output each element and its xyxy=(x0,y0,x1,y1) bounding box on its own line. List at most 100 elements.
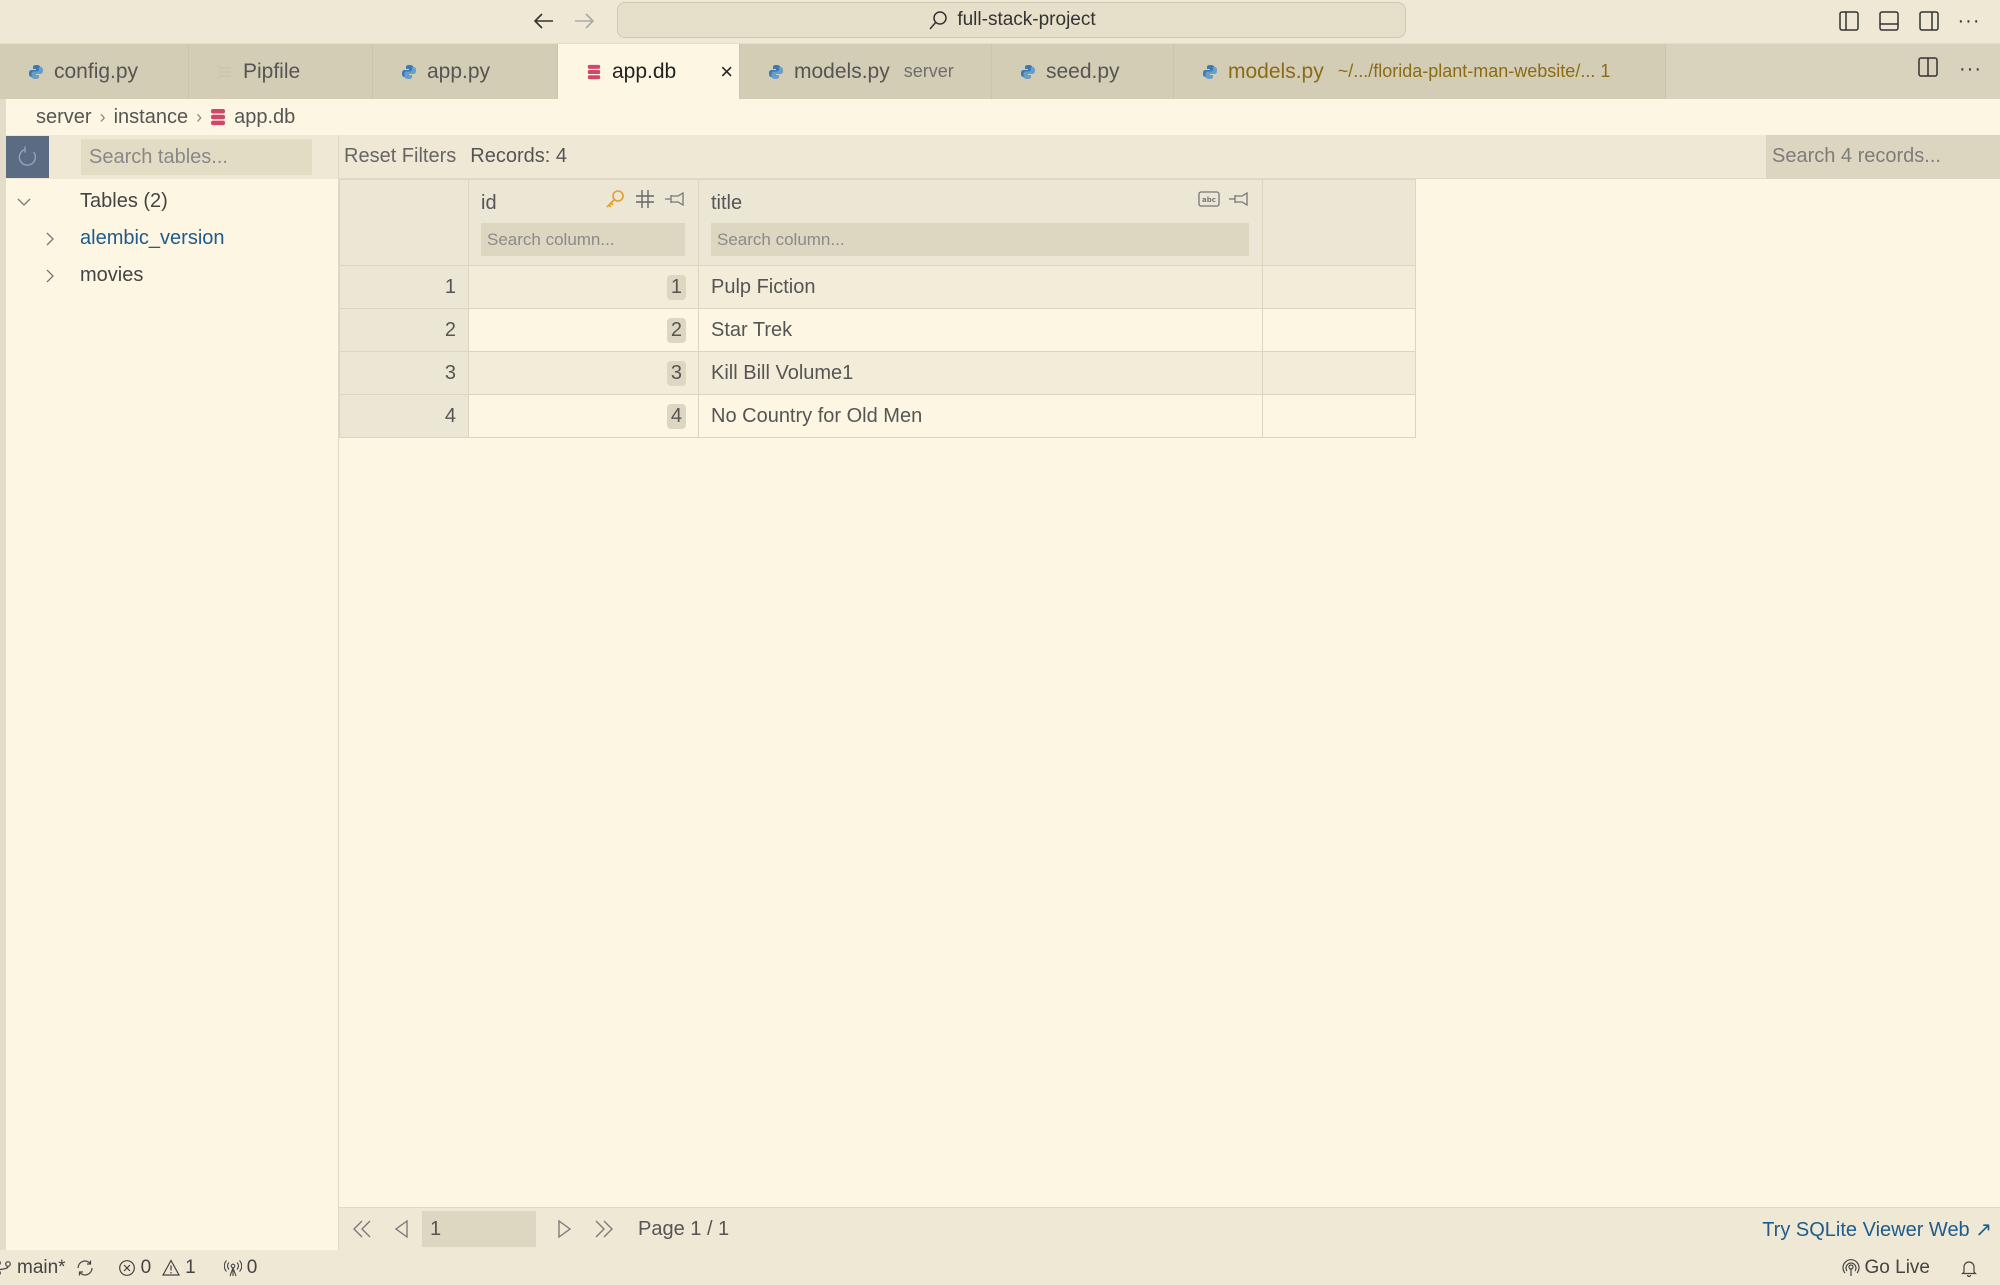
refresh-icon xyxy=(18,146,36,166)
python-icon xyxy=(29,64,43,79)
back-button[interactable] xyxy=(528,6,560,36)
pin-icon[interactable] xyxy=(1228,188,1250,210)
chevron-right-icon xyxy=(6,231,80,247)
breadcrumb-item[interactable]: app.db xyxy=(234,106,295,129)
breadcrumb-item[interactable]: instance xyxy=(114,106,189,129)
forward-button[interactable] xyxy=(568,6,600,36)
tab-label: config.py xyxy=(54,59,139,83)
column-name: id xyxy=(481,192,497,214)
sidebar-right-icon xyxy=(1919,11,1939,31)
column-header-id[interactable]: id xyxy=(468,179,699,266)
status-bar: main* 0 1 0 Go Live xyxy=(0,1250,2000,1285)
table-row[interactable]: 1 1 Pulp Fiction xyxy=(339,265,1416,309)
next-page-button[interactable] xyxy=(544,1209,584,1249)
breadcrumb-item[interactable]: server xyxy=(36,106,92,129)
tabbar-empty-area: ··· xyxy=(1666,44,2000,99)
tab-label: seed.py xyxy=(1046,59,1120,83)
split-editor-button[interactable] xyxy=(1917,56,1939,83)
table-item-movies[interactable]: movies xyxy=(6,257,338,294)
tables-sidebar: Tables (2) alembic_version movies xyxy=(6,135,339,1250)
more-actions-button[interactable]: ··· xyxy=(1956,6,1982,36)
records-count: Records: 4 xyxy=(470,145,567,167)
search-column-id-input[interactable] xyxy=(481,223,685,256)
table-row[interactable]: 2 2 Star Trek xyxy=(339,308,1416,352)
column-header-title[interactable]: title abc xyxy=(698,179,1263,266)
cell-id[interactable]: 3 xyxy=(468,351,699,395)
row-number: 4 xyxy=(339,394,469,438)
cell-title[interactable]: Kill Bill Volume1 xyxy=(698,351,1263,395)
command-center-text: full-stack-project xyxy=(957,9,1096,30)
data-viewer: Reset Filters Records: 4 id xyxy=(339,134,2000,1250)
cell-id[interactable]: 4 xyxy=(468,394,699,438)
tab-app-py[interactable]: app.py xyxy=(373,44,558,99)
page-indicator: Page 1 / 1 xyxy=(638,1217,730,1240)
cell-title[interactable]: Pulp Fiction xyxy=(698,265,1263,309)
page-number-input[interactable] xyxy=(422,1211,536,1247)
go-live-button[interactable]: Go Live xyxy=(1841,1256,1930,1279)
tables-tree: Tables (2) alembic_version movies xyxy=(6,179,338,294)
database-icon xyxy=(587,64,601,79)
table-name: movies xyxy=(80,264,144,286)
tab-seed-py[interactable]: seed.py xyxy=(992,44,1174,99)
id-value: 1 xyxy=(666,274,686,300)
close-tab-button[interactable]: × xyxy=(720,59,733,85)
error-circle-icon xyxy=(118,1259,135,1276)
chevron-right-icon: › xyxy=(99,106,106,127)
chevron-right-icon: › xyxy=(196,106,203,127)
cell-title[interactable]: Star Trek xyxy=(698,308,1263,352)
search-icon xyxy=(929,11,948,30)
tab-config-py[interactable]: config.py xyxy=(0,44,189,99)
tab-app-db[interactable]: app.db × xyxy=(558,44,740,99)
sidebar-left-icon xyxy=(1839,11,1859,31)
tab-description: ~/.../florida-plant-man-website/... 1 xyxy=(1337,61,1611,81)
tab-models-py-florida[interactable]: models.py ~/.../florida-plant-man-websit… xyxy=(1174,44,1666,99)
ellipsis-icon: ··· xyxy=(1957,9,1981,32)
pin-icon[interactable] xyxy=(664,188,686,210)
triangle-left-icon xyxy=(394,1219,408,1239)
tab-label: app.py xyxy=(427,59,491,83)
table-row[interactable]: 3 3 Kill Bill Volume1 xyxy=(339,351,1416,395)
tables-group[interactable]: Tables (2) xyxy=(6,183,338,220)
row-number: 1 xyxy=(339,265,469,309)
toggle-panel-button[interactable] xyxy=(1876,6,1902,36)
prev-page-button[interactable] xyxy=(382,1209,422,1249)
hash-icon xyxy=(636,190,654,208)
table-item-alembic-version[interactable]: alembic_version xyxy=(6,220,338,257)
refresh-button[interactable] xyxy=(6,136,49,178)
editor-more-actions-button[interactable]: ··· xyxy=(1959,58,1982,81)
toggle-secondary-sidebar-button[interactable] xyxy=(1916,6,1942,36)
cell-title[interactable]: No Country for Old Men xyxy=(698,394,1263,438)
search-tables-input[interactable] xyxy=(81,139,312,175)
data-grid: id title abc xyxy=(339,179,1416,438)
branch-status[interactable]: main* xyxy=(0,1257,66,1279)
double-chevron-right-icon xyxy=(595,1220,613,1238)
triangle-right-icon xyxy=(558,1219,572,1239)
cell-id[interactable]: 1 xyxy=(468,265,699,309)
ports-status[interactable]: 0 xyxy=(223,1256,258,1279)
search-records-input[interactable] xyxy=(1766,134,2000,179)
tab-models-py-server[interactable]: models.py server xyxy=(740,44,992,99)
first-page-button[interactable] xyxy=(342,1209,382,1249)
tab-label: Pipfile xyxy=(243,59,301,83)
command-center-search[interactable]: full-stack-project xyxy=(617,2,1406,38)
toggle-primary-sidebar-button[interactable] xyxy=(1836,6,1862,36)
go-live-label: Go Live xyxy=(1864,1256,1930,1278)
ports-count: 0 xyxy=(246,1256,258,1278)
notifications-button[interactable] xyxy=(1960,1259,1978,1277)
last-page-button[interactable] xyxy=(584,1209,624,1249)
branch-name: main* xyxy=(17,1256,66,1278)
data-toolbar: Reset Filters Records: 4 xyxy=(339,134,2000,179)
table-row[interactable]: 4 4 No Country for Old Men xyxy=(339,394,1416,438)
broadcast-icon xyxy=(1841,1258,1860,1276)
problems-status[interactable]: 0 1 xyxy=(118,1257,196,1279)
cell-id[interactable]: 2 xyxy=(468,308,699,352)
column-name: title xyxy=(711,192,743,214)
sync-button[interactable] xyxy=(76,1259,94,1277)
tab-pipfile[interactable]: Pipfile xyxy=(189,44,373,99)
search-column-title-input[interactable] xyxy=(711,223,1249,256)
arrow-right-icon xyxy=(575,13,595,29)
database-icon xyxy=(211,109,226,126)
try-sqlite-viewer-web-link[interactable]: Try SQLite Viewer Web ↗ xyxy=(1762,1217,1992,1242)
tab-label: app.db xyxy=(612,59,677,83)
reset-filters-button[interactable]: Reset Filters xyxy=(344,145,456,168)
